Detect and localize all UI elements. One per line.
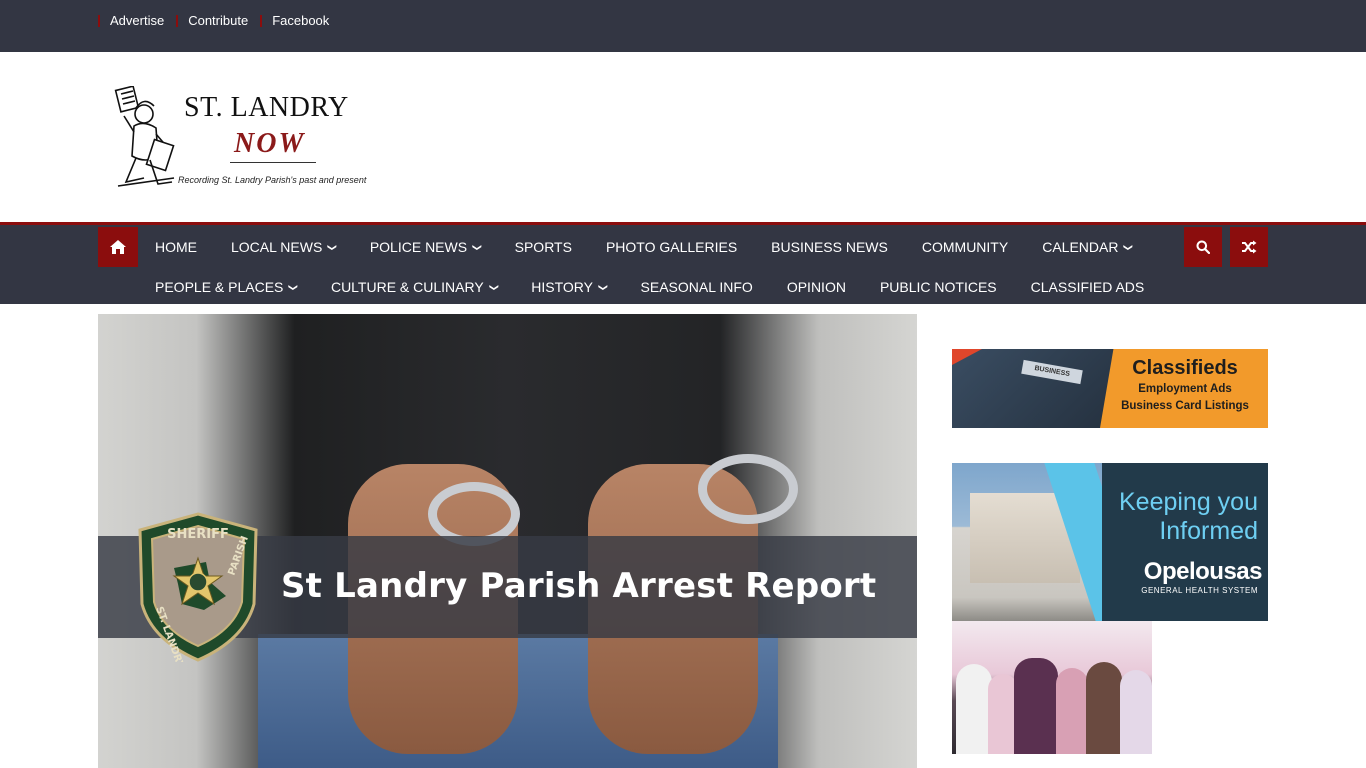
person-figure — [1056, 668, 1088, 754]
nav-item-photo-galleries[interactable]: PHOTO GALLERIES — [589, 239, 754, 255]
nav-item-seasonal-info[interactable]: SEASONAL INFO — [624, 279, 770, 295]
corner-accent — [952, 349, 982, 365]
classifieds-title: Classifieds — [1132, 357, 1238, 379]
newspaper-label: BUSINESS — [1021, 359, 1083, 385]
nav-label: PUBLIC NOTICES — [879, 279, 997, 295]
main-navigation: HOME LOCAL NEWS ❯ POLICE NEWS ❯ SPORTS PHO… — [0, 222, 1366, 304]
site-header: ST. LANDRY NOW Recording St. Landry Pari… — [0, 52, 1366, 222]
logo-tagline: Recording St. Landry Parish's past and p… — [178, 175, 367, 185]
hospital-ad[interactable]: Keeping you Informed Opelousas GENERAL H… — [952, 463, 1268, 621]
contribute-link[interactable]: Contribute — [176, 13, 248, 28]
event-photo[interactable] — [952, 621, 1152, 754]
link-separator — [98, 14, 100, 27]
person-figure — [1086, 662, 1122, 754]
person-figure — [956, 664, 992, 754]
nav-label: LOCAL NEWS — [231, 239, 323, 255]
featured-article-title[interactable]: St Landry Parish Arrest Report — [281, 566, 876, 606]
badge-top-text: SHERIFF — [167, 527, 229, 542]
nav-label: POLICE NEWS — [369, 239, 468, 255]
search-button[interactable] — [1184, 227, 1222, 267]
person-figure — [1014, 658, 1058, 754]
nav-label: OPINION — [786, 279, 846, 295]
nav-label: BUSINESS NEWS — [771, 239, 888, 255]
sheriff-badge-icon: SHERIFF ST. LANDRY PARISH — [138, 512, 258, 662]
tagline-line-2: Informed — [1159, 517, 1258, 545]
nav-item-local-news[interactable]: LOCAL NEWS ❯ — [214, 239, 353, 255]
nav-label: PEOPLE & PLACES — [155, 279, 284, 295]
nav-label: COMMUNITY — [921, 239, 1009, 255]
nav-item-culture-culinary[interactable]: CULTURE & CULINARY ❯ — [314, 279, 514, 295]
facebook-link[interactable]: Facebook — [260, 13, 329, 28]
featured-article[interactable]: SHERIFF ST. LANDRY PARISH St Landry Pari… — [98, 314, 917, 768]
home-button[interactable] — [98, 227, 138, 267]
nav-item-police-news[interactable]: POLICE NEWS ❯ — [353, 239, 498, 255]
nav-row-secondary: PEOPLE & PLACES ❯ CULTURE & CULINARY ❯ HIS… — [138, 267, 1161, 307]
nav-item-people-places[interactable]: PEOPLE & PLACES ❯ — [138, 279, 314, 295]
nav-item-sports[interactable]: SPORTS — [498, 239, 589, 255]
nav-label: HOME — [155, 239, 197, 255]
chevron-down-icon: ❯ — [288, 283, 299, 291]
handcuff-right — [698, 454, 798, 524]
random-post-button[interactable] — [1230, 227, 1268, 267]
nav-label: SEASONAL INFO — [640, 279, 753, 295]
nav-item-classified-ads[interactable]: CLASSIFIED ADS — [1014, 279, 1162, 295]
nav-label: CLASSIFIED ADS — [1030, 279, 1145, 295]
nav-item-business-news[interactable]: BUSINESS NEWS — [754, 239, 905, 255]
site-logo[interactable]: ST. LANDRY NOW Recording St. Landry Pari… — [112, 86, 372, 190]
chevron-down-icon: ❯ — [1123, 243, 1134, 251]
chevron-down-icon: ❯ — [598, 283, 609, 291]
hospital-brand: Opelousas — [1143, 558, 1263, 585]
shuffle-icon — [1242, 240, 1257, 254]
nav-label: SPORTS — [514, 239, 572, 255]
nav-item-public-notices[interactable]: PUBLIC NOTICES — [863, 279, 1014, 295]
nav-item-community[interactable]: COMMUNITY — [905, 239, 1025, 255]
newsboy-mascot-icon — [114, 86, 175, 187]
nav-label: PHOTO GALLERIES — [605, 239, 738, 255]
search-icon — [1196, 240, 1210, 254]
chevron-down-icon: ❯ — [488, 283, 499, 291]
advertise-label: Advertise — [110, 13, 165, 28]
logo-underline — [230, 162, 316, 163]
nav-item-calendar[interactable]: CALENDAR ❯ — [1025, 239, 1149, 255]
hospital-subtitle: GENERAL HEALTH SYSTEM — [1141, 586, 1258, 595]
advertise-link[interactable]: Advertise — [98, 13, 164, 28]
nav-item-home[interactable]: HOME — [138, 239, 214, 255]
chevron-down-icon: ❯ — [327, 243, 338, 251]
nav-label: CALENDAR — [1042, 239, 1119, 255]
facebook-label: Facebook — [272, 13, 330, 28]
hospital-tagline: Keeping you Informed — [1100, 488, 1258, 546]
top-bar: Advertise Contribute Facebook — [0, 0, 1366, 52]
nav-row-primary: HOME LOCAL NEWS ❯ POLICE NEWS ❯ SPORTS PHO… — [138, 227, 1149, 267]
home-icon — [110, 240, 126, 254]
tagline-line-1: Keeping you — [1118, 488, 1258, 516]
classifieds-line-2: Business Card Listings — [1121, 400, 1249, 412]
logo-title: ST. LANDRY — [184, 92, 349, 123]
nav-label: HISTORY — [531, 279, 593, 295]
classifieds-ad[interactable]: BUSINESS Classifieds Employment Ads Busi… — [952, 349, 1268, 428]
nav-label: CULTURE & CULINARY — [330, 279, 484, 295]
contribute-label: Contribute — [188, 13, 249, 28]
classifieds-line-1: Employment Ads — [1138, 383, 1232, 395]
top-links: Advertise Contribute Facebook — [98, 13, 341, 28]
person-figure — [1120, 670, 1152, 754]
nav-item-history[interactable]: HISTORY ❯ — [514, 279, 623, 295]
link-separator — [176, 14, 179, 27]
nav-item-opinion[interactable]: OPINION — [770, 279, 863, 295]
logo-now: NOW — [234, 128, 306, 159]
link-separator — [260, 14, 263, 27]
chevron-down-icon: ❯ — [472, 243, 483, 251]
